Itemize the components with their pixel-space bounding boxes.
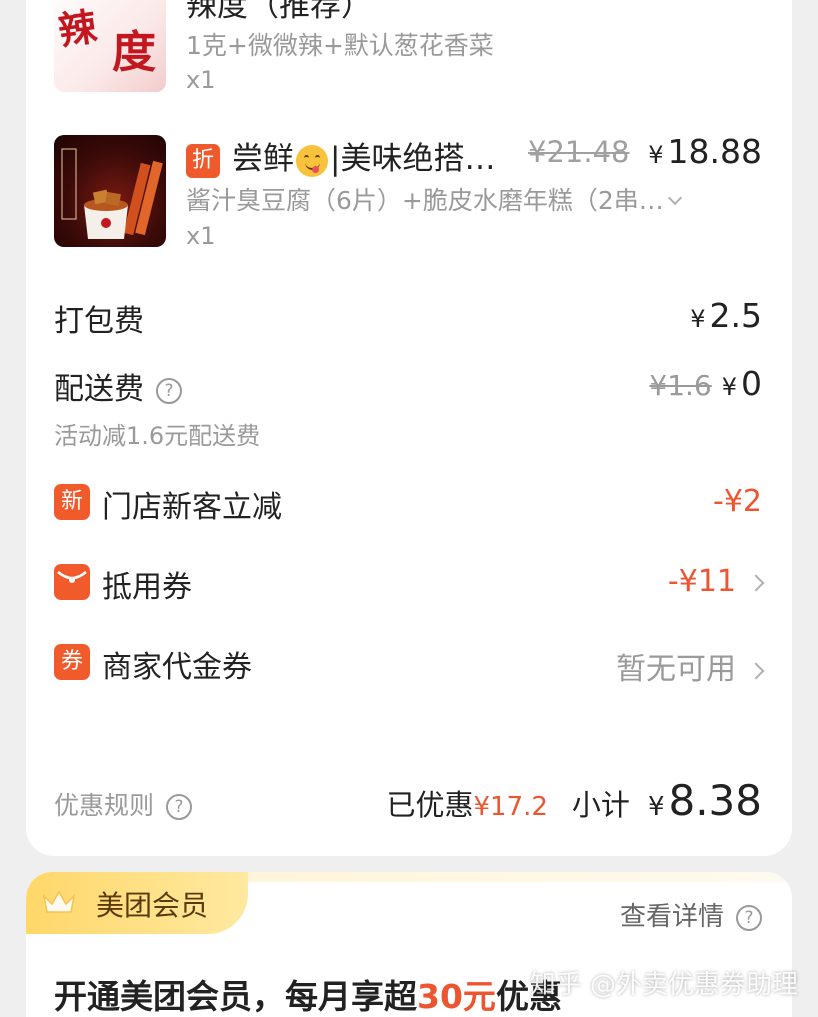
discount-value: -¥2: [713, 484, 762, 519]
order-card: 辣 度 辣度（推荐） 1克+微微辣+默认葱花香菜 x1 折尝鲜 |美味绝搭… ¥2…: [26, 0, 792, 856]
saved-value: ¥17.2: [473, 792, 548, 822]
member-tab: 美团会员: [26, 872, 248, 934]
item-spec: 1克+微微辣+默认葱花香菜: [186, 31, 494, 60]
red-envelope-icon: [54, 564, 90, 600]
voucher-selector[interactable]: 暂无可用: [616, 644, 765, 688]
delivery-fee-value: ¥1.6 ¥0: [649, 364, 762, 403]
delivery-fee-label: 配送费?: [54, 364, 182, 408]
subtotal-value: 8.38: [668, 776, 762, 825]
item-name-row: 折尝鲜 |美味绝搭…: [186, 133, 495, 178]
voucher-label: 商家代金券: [102, 650, 252, 685]
discount-rules-link[interactable]: 优惠规则?: [54, 786, 193, 822]
member-details-link[interactable]: 查看详情?: [620, 896, 762, 933]
subtotal-label: 小计: [571, 788, 630, 822]
item-thumbnail: 辣 度: [54, 0, 166, 92]
voucher-icon: 券: [54, 644, 90, 680]
member-promo-text: 开通美团会员，每月享超30元优惠: [54, 977, 562, 1016]
chevron-right-icon: [747, 574, 765, 591]
crown-icon: [42, 890, 76, 913]
item-spec[interactable]: 酱汁臭豆腐（6片）+脆皮水磨年糕（2串…: [186, 181, 682, 217]
order-summary: 已优惠¥17.2 小计 ¥8.38: [386, 776, 762, 825]
item-qty: x1: [186, 66, 216, 94]
delivery-fee-note: 活动减1.6元配送费: [54, 422, 261, 450]
help-icon: ?: [166, 794, 193, 820]
item-price: ¥18.88: [648, 132, 762, 171]
coupon-label: 抵用券: [102, 570, 192, 605]
saved-label: 已优惠: [386, 788, 474, 822]
new-customer-icon: 新: [54, 484, 90, 520]
item-thumbnail: [54, 135, 166, 247]
item-qty: x1: [186, 222, 216, 250]
help-icon: ?: [736, 904, 762, 931]
food-photo: [61, 148, 163, 239]
coupon-selector[interactable]: -¥11: [668, 564, 765, 599]
original-price: ¥21.48: [528, 135, 630, 169]
chevron-right-icon: [747, 662, 765, 679]
discount-label: 门店新客立减: [102, 490, 282, 525]
item-name: 辣度（推荐）: [186, 0, 372, 24]
member-title: 美团会员: [96, 889, 209, 922]
yum-face-emoji-icon: [296, 144, 328, 177]
watermark: 知乎 @外卖优惠券助理: [529, 970, 798, 1000]
help-icon[interactable]: ?: [156, 377, 182, 404]
packing-fee-label: 打包费: [54, 304, 144, 339]
delivery-original-price: ¥1.6: [649, 369, 712, 402]
discount-badge: 折: [186, 143, 220, 178]
packing-fee-value: ¥2.5: [690, 296, 762, 335]
chevron-down-icon: [667, 190, 682, 206]
